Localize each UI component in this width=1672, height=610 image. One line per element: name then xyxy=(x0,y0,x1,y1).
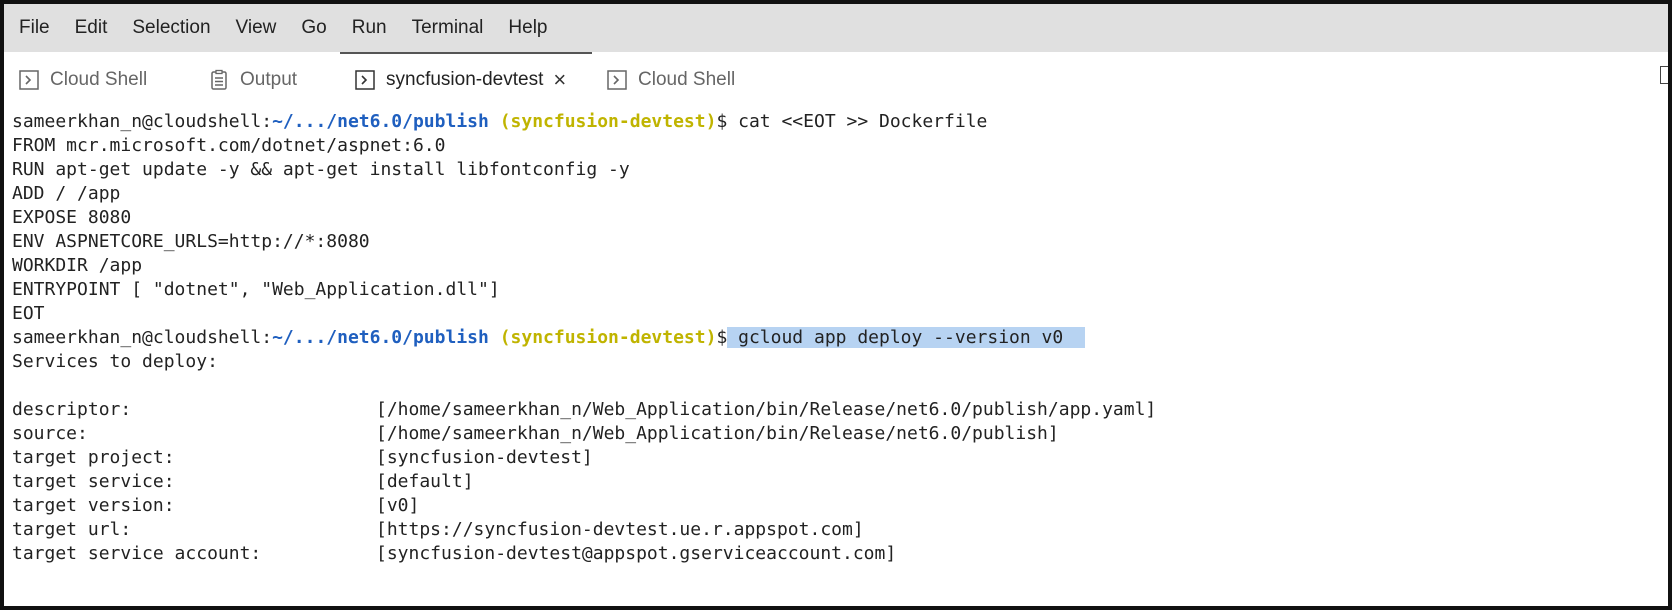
close-icon[interactable]: × xyxy=(553,69,566,91)
command-text: cat <<EOT >> Dockerfile xyxy=(727,111,988,132)
detail-key: target url: xyxy=(12,519,132,540)
terminal-output[interactable]: sameerkhan_n@cloudshell:~/.../net6.0/pub… xyxy=(12,110,1660,602)
menu-edit[interactable]: Edit xyxy=(75,4,108,52)
panel-edge-icon[interactable] xyxy=(1660,66,1668,84)
terminal-icon xyxy=(355,70,375,90)
detail-row: target version: [v0] xyxy=(12,494,1660,518)
tab-label: syncfusion-devtest xyxy=(386,69,544,90)
detail-key: target version: xyxy=(12,495,175,516)
tab-syncfusion-devtest[interactable]: syncfusion-devtest × xyxy=(354,54,566,106)
detail-value: [syncfusion-devtest] xyxy=(376,447,593,468)
detail-key: target project: xyxy=(12,447,175,468)
menu-run[interactable]: Run xyxy=(352,4,387,52)
menu-view[interactable]: View xyxy=(236,4,277,52)
terminal-line: RUN apt-get update -y && apt-get install… xyxy=(12,159,630,180)
detail-key: source: xyxy=(12,423,88,444)
menu-selection[interactable]: Selection xyxy=(132,4,210,52)
detail-value: [/home/sameerkhan_n/Web_Application/bin/… xyxy=(376,399,1157,420)
menu-terminal[interactable]: Terminal xyxy=(412,4,484,52)
detail-row: target url: [https://syncfusion-devtest.u… xyxy=(12,518,1660,542)
terminal-line: EXPOSE 8080 xyxy=(12,207,132,228)
tab-output[interactable]: Output xyxy=(208,54,297,106)
prompt-path: ~/.../net6.0/publish xyxy=(272,111,489,132)
prompt-symbol: $ xyxy=(716,327,728,348)
terminal-line: sameerkhan_n@cloudshell:~/.../net6.0/pub… xyxy=(12,110,1660,134)
detail-row: target service: [default] xyxy=(12,470,1660,494)
terminal-line: FROM mcr.microsoft.com/dotnet/aspnet:6.0 xyxy=(12,135,446,156)
prompt-path: ~/.../net6.0/publish xyxy=(272,327,489,348)
tab-label: Cloud Shell xyxy=(50,69,148,90)
prompt-symbol: $ xyxy=(716,111,728,132)
detail-value: [v0] xyxy=(376,495,420,516)
prompt-user: sameerkhan_n@cloudshell: xyxy=(12,327,273,348)
tab-cloud-shell-1[interactable]: Cloud Shell xyxy=(18,54,147,106)
terminal-line: ENV ASPNETCORE_URLS=http://*:8080 xyxy=(12,231,370,252)
terminal-icon xyxy=(19,70,39,90)
menu-go[interactable]: Go xyxy=(301,4,326,52)
detail-value: [default] xyxy=(376,471,474,492)
menu-bar: File Edit Selection View Go Run Terminal… xyxy=(4,4,1668,52)
detail-value: [https://syncfusion-devtest.ue.r.appspot… xyxy=(376,519,864,540)
prompt-user: sameerkhan_n@cloudshell: xyxy=(12,111,273,132)
detail-row: target project: [syncfusion-devtest] xyxy=(12,446,1660,470)
detail-value: [syncfusion-devtest@appspot.gserviceacco… xyxy=(376,543,897,564)
prompt-project: (syncfusion-devtest) xyxy=(499,111,717,132)
detail-key: target service: xyxy=(12,471,175,492)
terminal-line: Services to deploy: xyxy=(12,351,218,372)
window: File Edit Selection View Go Run Terminal… xyxy=(0,0,1672,610)
detail-row: target service account: [syncfusion-devte… xyxy=(12,542,1660,566)
output-icon xyxy=(211,69,227,90)
tab-label: Cloud Shell xyxy=(638,69,736,90)
terminal-line: EOT xyxy=(12,303,45,324)
detail-value: [/home/sameerkhan_n/Web_Application/bin/… xyxy=(376,423,1059,444)
terminal-icon xyxy=(607,70,627,90)
terminal-line: ADD / /app xyxy=(12,183,121,204)
tab-cloud-shell-2[interactable]: Cloud Shell xyxy=(606,54,735,106)
tab-label: Output xyxy=(240,69,298,90)
terminal-line: ENTRYPOINT [ "dotnet", "Web_Application.… xyxy=(12,279,500,300)
detail-row: descriptor: [/home/sameerkhan_n/Web_Appli… xyxy=(12,398,1660,422)
terminal-line: sameerkhan_n@cloudshell:~/.../net6.0/pub… xyxy=(12,326,1660,350)
menu-file[interactable]: File xyxy=(19,4,50,52)
detail-key: descriptor: xyxy=(12,399,132,420)
terminal-line: WORKDIR /app xyxy=(12,255,143,276)
prompt-project: (syncfusion-devtest) xyxy=(499,327,717,348)
selected-command-text[interactable]: gcloud app deploy --version v0 xyxy=(727,327,1085,348)
detail-row: source: [/home/sameerkhan_n/Web_Applicati… xyxy=(12,422,1660,446)
menu-help[interactable]: Help xyxy=(508,4,547,52)
detail-key: target service account: xyxy=(12,543,262,564)
tab-bar: Cloud Shell Output syncfusion-devtest × … xyxy=(4,54,1668,106)
